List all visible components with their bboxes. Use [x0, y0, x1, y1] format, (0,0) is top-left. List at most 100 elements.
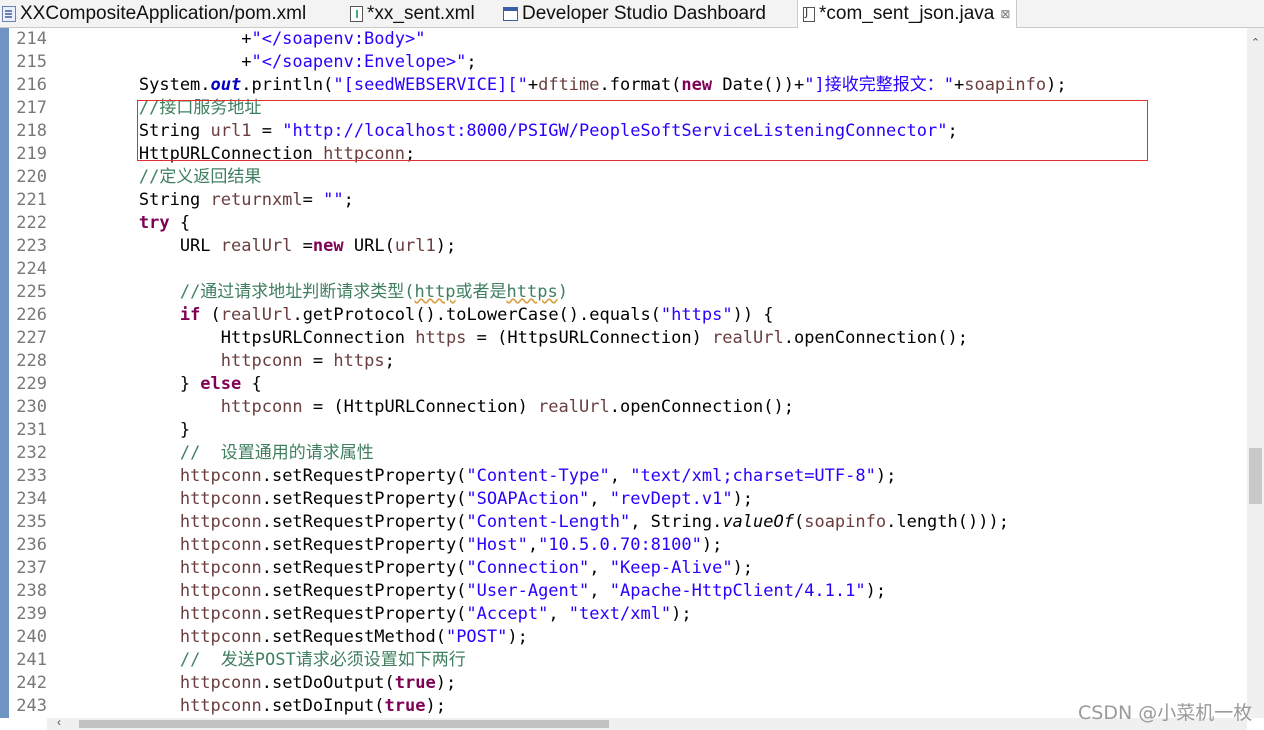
- code-token: true: [394, 673, 436, 693]
- code-line[interactable]: //定义返回结果: [57, 166, 261, 189]
- code-token: .setRequestProperty(: [261, 581, 467, 601]
- code-token: new: [681, 75, 713, 95]
- horizontal-scroll-thumb[interactable]: [79, 720, 609, 728]
- line-number: 223: [16, 236, 47, 256]
- tab-developer-studio-dashboard[interactable]: Developer Studio Dashboard: [503, 0, 766, 27]
- code-line[interactable]: httpconn.setRequestProperty("Accept", "t…: [57, 603, 692, 626]
- code-token: {: [241, 374, 262, 394]
- code-token: );: [865, 581, 887, 601]
- scroll-up-icon[interactable]: ⌃: [1247, 36, 1264, 50]
- line-number: 238: [16, 581, 47, 601]
- code-line[interactable]: httpconn.setRequestProperty("Content-Len…: [57, 511, 1009, 534]
- code-line[interactable]: String returnxml= "";: [57, 189, 354, 212]
- code-line[interactable]: // 设置通用的请求属性: [57, 442, 374, 465]
- code-token: .setRequestProperty(: [261, 466, 467, 486]
- code-token: ;: [947, 121, 958, 141]
- code-token: "Keep-Alive": [609, 558, 733, 578]
- code-token: .setDoOutput(: [261, 673, 395, 693]
- code-line[interactable]: if (realUrl.getProtocol().toLowerCase().…: [57, 304, 774, 327]
- code-token: realUrl: [220, 305, 293, 325]
- tab-xx-sent-xml[interactable]: *xx_sent.xml: [350, 0, 475, 27]
- code-token: "text/xml;charset=UTF-8": [630, 466, 876, 486]
- code-token: valueOf: [722, 512, 794, 532]
- tab-label: XXCompositeApplication/pom.xml: [20, 2, 307, 24]
- code-token: try: [138, 213, 170, 233]
- code-token: , String.: [630, 512, 723, 532]
- code-token: httpconn: [220, 397, 303, 417]
- horizontal-scrollbar[interactable]: ‹: [47, 715, 1247, 730]
- code-line[interactable]: URL realUrl =new URL(url1);: [57, 235, 456, 258]
- code-line[interactable]: HttpsURLConnection https = (HttpsURLConn…: [57, 327, 968, 350]
- code-token: "https": [660, 305, 733, 325]
- code-token: URL(: [343, 236, 395, 256]
- code-token: );: [425, 696, 446, 716]
- code-token: }: [57, 374, 201, 394]
- code-token: );: [435, 673, 457, 693]
- code-token: (: [200, 305, 221, 325]
- code-line[interactable]: httpconn.setRequestProperty("Connection"…: [57, 557, 753, 580]
- tab-pom-xml[interactable]: XXCompositeApplication/pom.xml: [0, 0, 306, 27]
- code-line[interactable]: //通过请求地址判断请求类型(http或者是https): [57, 281, 568, 304]
- vertical-scroll-thumb[interactable]: [1249, 448, 1262, 504]
- code-line[interactable]: httpconn = (HttpURLConnection) realUrl.o…: [57, 396, 794, 419]
- code-line[interactable]: System.out.println("[seedWEBSERVICE]["+d…: [57, 74, 1067, 97]
- close-icon[interactable]: ⊠: [1000, 7, 1010, 21]
- code-line[interactable]: //接口服务地址: [57, 97, 261, 120]
- code-line[interactable]: httpconn.setDoInput(true);: [57, 695, 446, 718]
- line-number: 220: [16, 167, 47, 187]
- code-token: .setDoInput(: [261, 696, 385, 716]
- code-token: true: [384, 696, 426, 716]
- code-token: https: [506, 282, 558, 302]
- code-token: );: [875, 466, 897, 486]
- tab-com-sent-json-java[interactable]: *com_sent_json.java ⊠: [797, 0, 1018, 28]
- code-token: "[seedWEBSERVICE][": [333, 75, 528, 95]
- code-token: String: [57, 190, 211, 210]
- code-line[interactable]: httpconn.setRequestMethod("POST");: [57, 626, 528, 649]
- code-token: (: [793, 512, 805, 532]
- code-token: url1: [394, 236, 436, 256]
- code-token: {: [169, 213, 191, 233]
- code-token: dftime: [538, 75, 600, 95]
- scroll-left-icon[interactable]: ‹: [57, 715, 61, 729]
- code-line[interactable]: +"</soapenv:Body>": [57, 28, 425, 51]
- code-line[interactable]: HttpURLConnection httpconn;: [57, 143, 415, 166]
- editor-tab-bar: XXCompositeApplication/pom.xml *xx_sent.…: [0, 0, 1264, 28]
- code-token: "Accept": [466, 604, 549, 624]
- line-number: 217: [16, 98, 47, 118]
- code-token: ;: [466, 52, 477, 72]
- code-line[interactable]: httpconn = https;: [57, 350, 395, 373]
- code-line[interactable]: httpconn.setRequestProperty("Content-Typ…: [57, 465, 897, 488]
- code-line[interactable]: // 发送POST请求必须设置如下两行: [57, 649, 466, 672]
- code-token: ,: [609, 466, 631, 486]
- code-token: = (HttpURLConnection): [302, 397, 539, 417]
- code-line[interactable]: httpconn.setRequestProperty("SOAPAction"…: [57, 488, 753, 511]
- code-editor[interactable]: +"</soapenv:Body>" +"</soapenv:Envelope>…: [47, 28, 1247, 718]
- code-line[interactable]: }: [57, 419, 190, 442]
- code-token: );: [1046, 75, 1067, 95]
- vertical-scrollbar[interactable]: ⌃: [1247, 28, 1264, 718]
- code-line[interactable]: } else {: [57, 373, 262, 396]
- code-token: );: [732, 558, 754, 578]
- code-token: returnxml: [210, 190, 303, 210]
- code-token: httpconn: [323, 144, 405, 164]
- code-line[interactable]: httpconn.setRequestProperty("User-Agent"…: [57, 580, 886, 603]
- line-number: 236: [16, 535, 47, 555]
- code-line[interactable]: httpconn.setRequestProperty("Host","10.5…: [57, 534, 723, 557]
- code-token: "</soapenv:Envelope>": [251, 52, 467, 72]
- code-line[interactable]: try {: [57, 212, 190, 235]
- code-token: ;: [343, 190, 354, 210]
- code-line[interactable]: httpconn.setDoOutput(true);: [57, 672, 456, 695]
- code-line[interactable]: String url1 = "http://localhost:8000/PSI…: [57, 120, 958, 143]
- maven-pom-icon: [2, 5, 16, 22]
- code-token: //接口服务地址: [138, 98, 262, 118]
- dashboard-icon: [503, 6, 518, 21]
- code-line[interactable]: +"</soapenv:Envelope>";: [57, 51, 477, 74]
- line-number: 231: [16, 420, 47, 440]
